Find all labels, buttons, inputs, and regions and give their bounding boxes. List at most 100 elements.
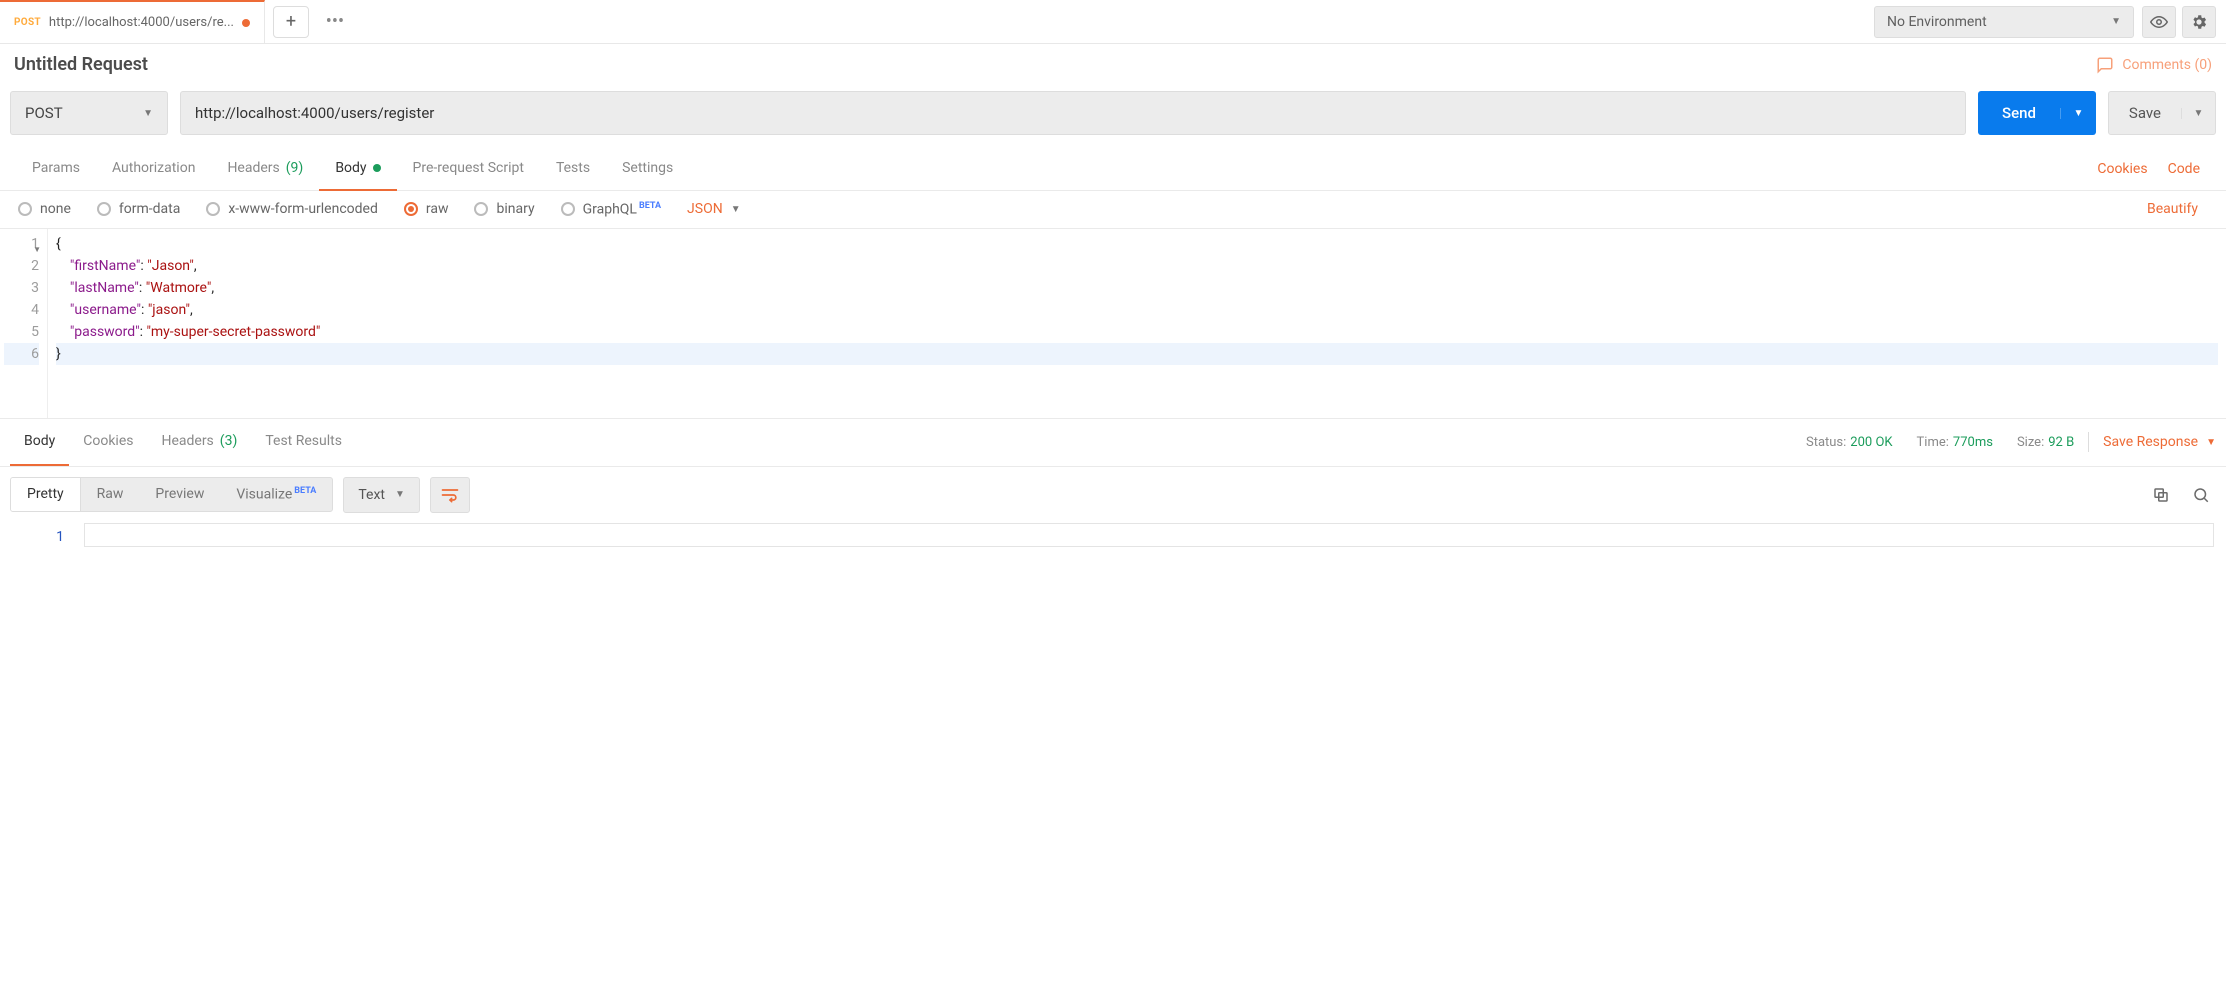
beautify-link[interactable]: Beautify: [2137, 201, 2208, 217]
tab-params[interactable]: Params: [16, 147, 96, 191]
status-label: Status:: [1806, 435, 1846, 450]
eye-icon: [2150, 13, 2168, 31]
body-type-raw[interactable]: raw: [404, 201, 449, 217]
label: Visualize: [236, 487, 292, 503]
environment-select[interactable]: No Environment ▼: [1874, 6, 2134, 38]
time-label: Time:: [1917, 435, 1949, 450]
environment-quicklook-button[interactable]: [2142, 6, 2176, 38]
copy-icon: [2152, 486, 2170, 504]
code-text: "lastName": [70, 280, 139, 296]
radio-icon: [97, 202, 111, 216]
resp-tab-cookies[interactable]: Cookies: [69, 419, 147, 466]
resp-tab-body[interactable]: Body: [10, 419, 69, 466]
code-text: {: [56, 236, 61, 252]
line-number: 3: [31, 280, 39, 296]
send-dropdown[interactable]: ▼: [2060, 108, 2096, 119]
body-type-xwww[interactable]: x-www-form-urlencoded: [206, 201, 378, 217]
tab-body[interactable]: Body: [319, 147, 396, 191]
line-number: 4: [31, 302, 39, 318]
label: Pre-request Script: [413, 160, 524, 176]
body-type-row: none form-data x-www-form-urlencoded raw…: [0, 191, 2226, 229]
time-value: 770ms: [1953, 435, 1993, 450]
comments-button[interactable]: Comments (0): [2096, 56, 2212, 74]
save-button[interactable]: Save ▼: [2108, 91, 2216, 135]
top-tab-bar: POST http://localhost:4000/users/re... +…: [0, 0, 2226, 44]
wrap-icon: [440, 485, 460, 505]
beta-badge: BETA: [294, 486, 316, 496]
line-number: 1: [6, 529, 64, 545]
save-dropdown[interactable]: ▼: [2181, 108, 2215, 119]
save-label: Save: [2109, 104, 2181, 122]
label: Params: [32, 160, 80, 176]
method-value: POST: [25, 104, 63, 122]
line-number: 5: [31, 324, 39, 340]
view-preview[interactable]: Preview: [139, 478, 220, 511]
request-title[interactable]: Untitled Request: [14, 54, 148, 75]
status-value: 200 OK: [1850, 435, 1892, 450]
response-toolbar: Pretty Raw Preview VisualizeBETA Text ▼: [0, 467, 2226, 523]
save-response-button[interactable]: Save Response ▼: [2103, 434, 2216, 450]
label: form-data: [119, 201, 180, 217]
new-tab-button[interactable]: +: [273, 6, 309, 38]
body-type-none[interactable]: none: [18, 201, 71, 217]
code-text: "Watmore": [146, 280, 212, 296]
search-response-button[interactable]: [2186, 480, 2216, 510]
tab-method-badge: POST: [14, 17, 41, 28]
code-text: "firstName": [70, 258, 141, 274]
radio-icon: [206, 202, 220, 216]
size-label: Size:: [2017, 435, 2044, 450]
body-type-graphql[interactable]: GraphQLBETA: [561, 201, 661, 218]
has-body-dot-icon: [373, 164, 381, 172]
request-tab[interactable]: POST http://localhost:4000/users/re...: [0, 0, 265, 43]
code-text: }: [56, 346, 61, 362]
gear-icon: [2190, 13, 2208, 31]
cookies-link[interactable]: Cookies: [2087, 161, 2157, 177]
label: Test Results: [265, 433, 342, 449]
tab-settings[interactable]: Settings: [606, 147, 689, 191]
tab-prerequest[interactable]: Pre-request Script: [397, 147, 540, 191]
code-link[interactable]: Code: [2158, 161, 2210, 177]
request-body-editor[interactable]: 1▼ 2 3 4 5 6 { "firstName": "Jason", "la…: [0, 229, 2226, 419]
http-method-select[interactable]: POST ▼: [10, 91, 168, 135]
response-meta: Status:200 OK Time:770ms Size:92 B: [1806, 435, 2074, 450]
radio-icon: [561, 202, 575, 216]
line-number: 2: [31, 258, 39, 274]
code-text: "Jason": [147, 258, 194, 274]
environment-label: No Environment: [1887, 14, 1987, 30]
editor-code[interactable]: { "firstName": "Jason", "lastName": "Wat…: [48, 229, 2226, 418]
label: raw: [426, 201, 449, 217]
tab-tests[interactable]: Tests: [540, 147, 606, 191]
label: Headers: [227, 160, 279, 176]
radio-icon: [404, 202, 418, 216]
label: Text: [358, 487, 385, 503]
label: Body: [335, 160, 366, 176]
settings-button[interactable]: [2182, 6, 2216, 38]
url-input[interactable]: [180, 91, 1966, 135]
code-text: "my-super-secret-password": [147, 324, 321, 340]
code-text: "password": [70, 324, 140, 340]
response-body-editor[interactable]: 1: [0, 523, 2226, 563]
tab-authorization[interactable]: Authorization: [96, 147, 211, 191]
view-visualize[interactable]: VisualizeBETA: [220, 478, 332, 511]
comments-label: Comments (0): [2122, 57, 2212, 73]
raw-content-type-select[interactable]: JSON ▼: [687, 201, 741, 217]
resp-tab-headers[interactable]: Headers(3): [147, 419, 251, 466]
label: JSON: [687, 201, 723, 217]
tab-more-button[interactable]: •••: [317, 6, 353, 38]
request-section-tabs: Params Authorization Headers(9) Body Pre…: [0, 147, 2226, 191]
body-type-form-data[interactable]: form-data: [97, 201, 180, 217]
resp-tab-test-results[interactable]: Test Results: [251, 419, 356, 466]
body-type-binary[interactable]: binary: [474, 201, 534, 217]
tab-headers[interactable]: Headers(9): [211, 147, 319, 191]
response-format-select[interactable]: Text ▼: [343, 477, 420, 513]
response-body-content[interactable]: [84, 523, 2214, 551]
chevron-down-icon: ▼: [2111, 16, 2121, 27]
send-button[interactable]: Send ▼: [1978, 91, 2096, 135]
copy-response-button[interactable]: [2146, 480, 2176, 510]
request-title-row: Untitled Request Comments (0): [0, 44, 2226, 79]
view-raw[interactable]: Raw: [81, 478, 140, 511]
comment-icon: [2096, 56, 2114, 74]
label: Settings: [622, 160, 673, 176]
view-pretty[interactable]: Pretty: [11, 478, 81, 511]
wrap-lines-button[interactable]: [430, 477, 470, 513]
